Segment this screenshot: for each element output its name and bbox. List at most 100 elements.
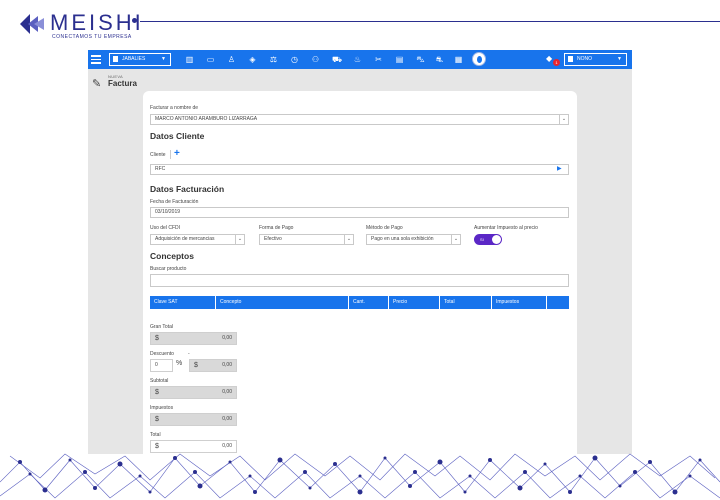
user-select-value: NONO: [577, 56, 592, 62]
currency-symbol: $: [155, 443, 159, 450]
bill-to-select[interactable]: MARCO ANTONIO ARAMBURO LIZARRAGA ⌄: [150, 114, 569, 125]
user-select[interactable]: NONO ▼: [564, 53, 627, 66]
col-total: Total: [440, 296, 492, 309]
subtotal-label: Subtotal: [150, 378, 169, 384]
discount-amount-field: $ 0,00: [189, 359, 237, 372]
search-label: Buscar producto: [150, 266, 187, 272]
payment-form-label: Forma de Pago: [259, 225, 294, 231]
network-icon[interactable]: ⚇: [311, 55, 320, 64]
payment-method-select[interactable]: Pago en una sola exhibición ⌄: [366, 234, 461, 245]
concepts-table-header: Clave SAT Concepto Cant. Precio Total Im…: [150, 296, 569, 309]
date-label: Fecha de Facturación: [150, 199, 199, 205]
building-icon: [113, 56, 118, 62]
currency-symbol: $: [155, 335, 159, 342]
discount-label: Descuento: [150, 351, 174, 357]
percent-symbol: %: [176, 360, 183, 367]
payment-method-value: Pago en una sola exhibición: [371, 236, 434, 242]
tag-icon[interactable]: ◈: [248, 55, 257, 64]
branch-select[interactable]: JABALIES ▼: [109, 53, 171, 66]
notification-badge: 1: [553, 59, 560, 66]
header-divider: [140, 21, 720, 22]
total-label: Total: [150, 432, 161, 438]
taxes-field: $ 0,00: [150, 413, 237, 426]
billing-section-title: Datos Facturación: [150, 184, 225, 194]
clipboard-icon[interactable]: ▤: [395, 55, 404, 64]
client-label: Cliente: [150, 152, 166, 158]
app-window: JABALIES ▼ ▥ ▭ ♙ ◈ ⚖ ◷ ⚇ ⛟ ♨ ✂ ▤ ⛍ ⛐ ▦ ◆…: [88, 50, 632, 454]
gran-total-label: Gran Total: [150, 324, 173, 330]
col-impuestos: Impuestos: [492, 296, 547, 309]
tax-toggle-value: SI: [480, 237, 484, 242]
cfdi-label: Uso del CFDI: [150, 225, 181, 231]
client-divider: [170, 150, 171, 159]
gran-total-value: 0,00: [222, 335, 232, 341]
search-input[interactable]: [150, 274, 569, 287]
tools-icon[interactable]: ✂: [374, 55, 383, 64]
currency-symbol: $: [155, 389, 159, 396]
page-title-text: Factura: [108, 79, 137, 88]
brand-name: MEISHI: [50, 10, 144, 35]
gran-total-field: $ 0,00: [150, 332, 237, 345]
discount-percent-input[interactable]: 0: [150, 359, 173, 372]
currency-symbol: $: [155, 416, 159, 423]
tax-toggle[interactable]: SI: [474, 234, 502, 245]
discount-value: 0,00: [222, 362, 232, 368]
building-icon: [568, 56, 573, 62]
client-field[interactable]: RFC: [150, 164, 569, 175]
scale-icon[interactable]: ⚖: [269, 55, 278, 64]
clock-icon[interactable]: ◷: [290, 55, 299, 64]
cfdi-select[interactable]: Adquisición de mercancias ⌄: [150, 234, 245, 245]
tax-toggle-label: Aumentar Impuesto al precio: [474, 225, 538, 231]
bill-to-value: MARCO ANTONIO ARAMBURO LIZARRAGA: [155, 116, 258, 122]
chef-icon[interactable]: ♨: [353, 55, 362, 64]
header-dot: [132, 18, 137, 23]
cfdi-value: Adquisición de mercancias: [155, 236, 215, 242]
car-icon[interactable]: ⛐: [435, 55, 444, 64]
truck-icon[interactable]: ⛟: [332, 55, 342, 64]
col-clave-sat: Clave SAT: [150, 296, 216, 309]
discount-percent-value: 0: [155, 362, 158, 368]
play-icon[interactable]: ▶: [557, 165, 562, 172]
receipt-icon[interactable]: ▦: [454, 55, 463, 64]
meishi-logo: MEISHI CONECTAMOS TU EMPRESA: [18, 10, 218, 40]
user-icon[interactable]: ♙: [227, 55, 236, 64]
top-navbar: JABALIES ▼ ▥ ▭ ♙ ◈ ⚖ ◷ ⚇ ⛟ ♨ ✂ ▤ ⛍ ⛐ ▦ ◆…: [88, 50, 632, 69]
chevron-down-icon: ⌄: [451, 235, 460, 244]
branch-select-value: JABALIES: [122, 56, 146, 62]
payment-form-select[interactable]: Efectivo ⌄: [259, 234, 354, 245]
taxes-label: Impuestos: [150, 405, 174, 411]
avatar[interactable]: [472, 52, 486, 66]
chevron-down-icon: ⌄: [235, 235, 244, 244]
cart-icon[interactable]: ⛍: [416, 55, 425, 64]
subtotal-field: $ 0,00: [150, 386, 237, 399]
network-pattern-decoration: [0, 453, 720, 499]
col-actions: [547, 296, 569, 309]
total-value: 0,00: [222, 443, 232, 449]
invoice-form-card: Facturar a nombre de MARCO ANTONIO ARAMB…: [143, 91, 577, 454]
col-precio: Precio: [389, 296, 440, 309]
chart-icon[interactable]: ▥: [185, 55, 194, 64]
invoice-icon: ✎: [92, 78, 102, 90]
currency-symbol: $: [194, 362, 198, 369]
meishi-logo-icon: [20, 14, 44, 34]
brand-tagline: CONECTAMOS TU EMPRESA: [52, 34, 132, 40]
menu-icon[interactable]: [91, 55, 101, 64]
client-value: RFC: [155, 166, 166, 172]
date-input[interactable]: 03/10/2019: [150, 207, 569, 218]
date-value: 03/10/2019: [155, 209, 181, 215]
taxes-value: 0,00: [222, 416, 232, 422]
chevron-down-icon: ⌄: [344, 235, 353, 244]
chevron-down-icon: ▼: [617, 56, 622, 62]
chevron-down-icon: ▼: [161, 56, 166, 62]
card-icon[interactable]: ▭: [206, 55, 215, 64]
subtotal-value: 0,00: [222, 389, 232, 395]
concepts-title: Conceptos: [150, 251, 194, 261]
toggle-knob: [492, 235, 501, 244]
add-client-button[interactable]: +: [174, 149, 180, 159]
col-cant: Cant.: [349, 296, 389, 309]
client-section-title: Datos Cliente: [150, 131, 205, 141]
col-concepto: Concepto: [216, 296, 349, 309]
payment-form-value: Efectivo: [264, 236, 282, 242]
bill-to-label: Facturar a nombre de: [150, 105, 199, 111]
payment-method-label: Método de Pago: [366, 225, 403, 231]
